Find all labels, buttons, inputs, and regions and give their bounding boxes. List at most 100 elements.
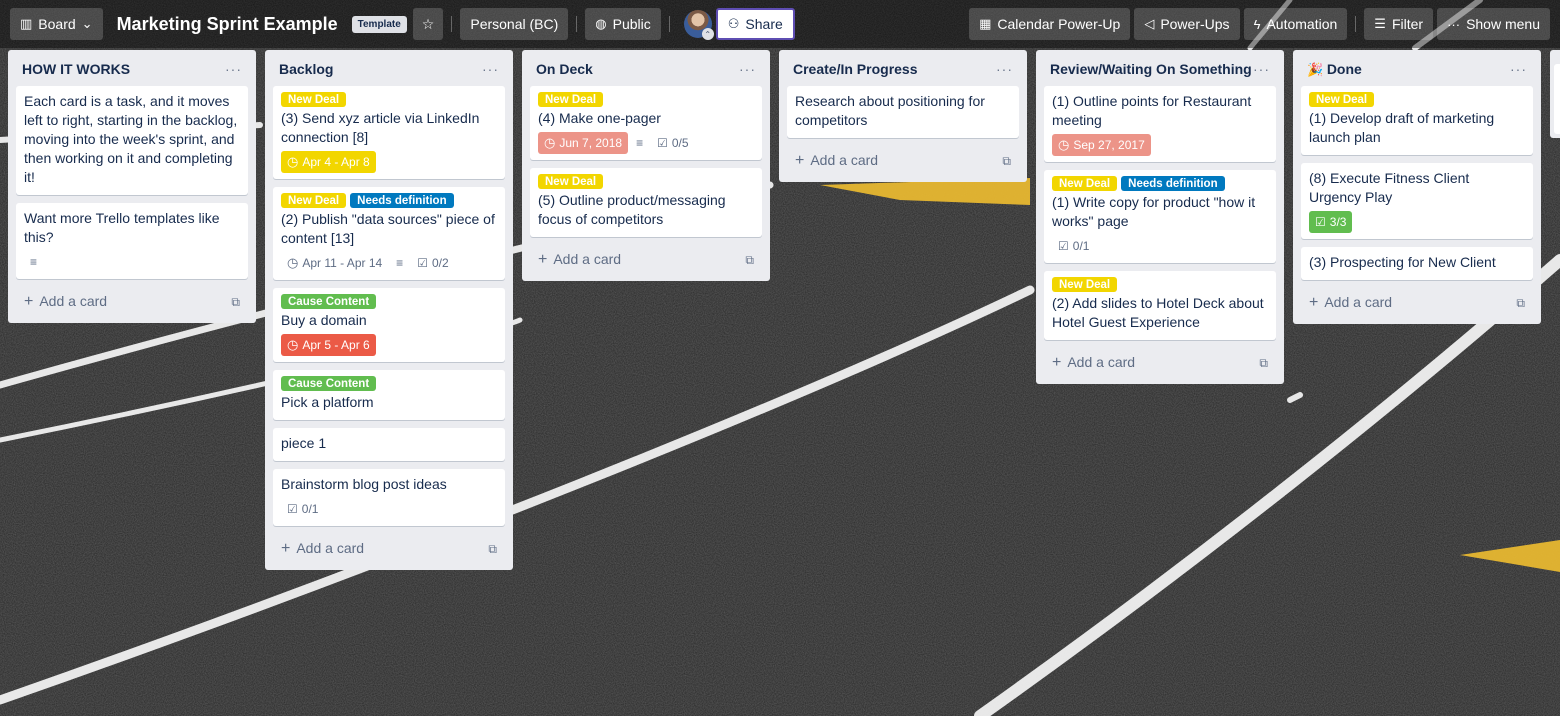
card[interactable]: New Deal (4) Make one-pager ◷ Jun 7, 2018 ≡ ☑… — [530, 86, 762, 160]
list-header: Create/In Progress ··· — [787, 50, 1019, 86]
card[interactable]: piece 1 — [273, 428, 505, 461]
lightning-icon: ϟ — [1253, 16, 1261, 32]
card-template-icon[interactable]: ⧉ — [1002, 154, 1011, 169]
card-title: Each card is a task, and it moves left t… — [24, 93, 238, 185]
card-badges: ◷ Jun 7, 2018 ≡ ☑ 0/5 — [538, 132, 754, 154]
card-title: (2) Add slides to Hotel Deck about Hotel… — [1052, 295, 1264, 330]
board-title[interactable]: Marketing Sprint Example — [117, 14, 338, 35]
add-member-icon: ⚇ — [727, 16, 740, 31]
card-label[interactable]: Cause Content — [281, 294, 377, 309]
party-popper-icon: 🎉 — [1307, 61, 1327, 77]
list-title[interactable]: Backlog — [279, 61, 333, 77]
card-template-icon[interactable]: ⧉ — [1259, 356, 1268, 371]
add-card-button[interactable]: + Add a card ⧉ — [16, 287, 248, 319]
card[interactable]: New Deal Needs definition (2) Publish "dat… — [273, 187, 505, 280]
due-date-badge[interactable]: ◷ Sep 27, 2017 — [1052, 134, 1151, 156]
card-label[interactable]: New Deal — [281, 193, 347, 208]
card[interactable]: New Deal (1) Develop draft of marketing l… — [1301, 86, 1533, 155]
due-date-badge[interactable]: ◷ Apr 4 - Apr 8 — [281, 151, 376, 173]
automation-button[interactable]: ϟ Automation — [1243, 8, 1348, 40]
add-card-label: Add a card — [810, 152, 879, 168]
card[interactable] — [1554, 64, 1560, 134]
list-header: On Deck ··· — [530, 50, 762, 86]
card-label[interactable]: New Deal — [1052, 277, 1118, 292]
card-title: (1) Write copy for product "how it works… — [1052, 194, 1256, 229]
card-label[interactable]: New Deal — [1309, 92, 1375, 107]
list-title[interactable]: On Deck — [536, 61, 593, 77]
list-menu-icon[interactable]: ··· — [739, 61, 756, 77]
add-card-button[interactable]: + Add a card ⧉ — [1301, 288, 1533, 320]
card-label[interactable]: New Deal — [538, 92, 604, 107]
header-divider — [451, 16, 453, 32]
card[interactable]: (1) Outline points for Restaurant meetin… — [1044, 86, 1276, 162]
card-label[interactable]: Needs definition — [1121, 176, 1225, 191]
card[interactable]: New Deal (2) Add slides to Hotel Deck abo… — [1044, 271, 1276, 340]
admin-chevron-icon: ⌃ — [701, 28, 714, 40]
list-menu-icon[interactable]: ··· — [225, 61, 242, 77]
list-title[interactable]: Review/Waiting On Something — [1050, 61, 1252, 77]
plus-icon: + — [24, 293, 34, 310]
automation-label: Automation — [1266, 16, 1338, 32]
card[interactable]: Research about positioning for competito… — [787, 86, 1019, 138]
card-label[interactable]: New Deal — [538, 174, 604, 189]
card-title: piece 1 — [281, 435, 327, 451]
card-template-icon[interactable]: ⧉ — [488, 542, 497, 557]
due-date-badge[interactable]: ◷ Apr 11 - Apr 14 — [281, 252, 388, 274]
card[interactable]: (8) Execute Fitness Client Urgency Play ☑… — [1301, 163, 1533, 239]
add-card-button[interactable]: + Add a card ⧉ — [530, 245, 762, 277]
clock-icon: ◷ — [287, 255, 299, 270]
due-date-badge[interactable]: ◷ Apr 5 - Apr 6 — [281, 334, 376, 356]
card[interactable]: Cause Content Pick a platform — [273, 370, 505, 420]
checklist-count: 0/1 — [301, 502, 319, 516]
card-badges: ◷ Apr 4 - Apr 8 — [281, 151, 497, 173]
due-date-badge[interactable]: ◷ Jun 7, 2018 — [538, 132, 629, 154]
card-template-icon[interactable]: ⧉ — [231, 295, 240, 310]
plus-icon: + — [1052, 354, 1062, 371]
plus-icon: + — [281, 540, 291, 557]
list-title[interactable]: HOW IT WORKS — [22, 61, 130, 77]
power-ups-button[interactable]: ◁ Power-Ups — [1134, 8, 1240, 40]
calendar-power-up-button[interactable]: ▦ Calendar Power-Up — [969, 8, 1131, 40]
add-card-button[interactable]: + Add a card ⧉ — [273, 534, 505, 566]
list-header: HOW IT WORKS ··· — [16, 50, 248, 86]
star-button[interactable]: ☆ — [412, 8, 444, 40]
card-label[interactable]: Cause Content — [281, 376, 377, 391]
list-title[interactable]: Create/In Progress — [793, 61, 918, 77]
card-template-icon[interactable]: ⧉ — [745, 253, 754, 268]
card-label[interactable]: Needs definition — [350, 193, 454, 208]
view-switcher-button[interactable]: ▥ Board ⌄ — [10, 8, 103, 40]
card[interactable]: Each card is a task, and it moves left t… — [16, 86, 248, 195]
workspace-button[interactable]: Personal (BC) — [460, 8, 569, 40]
card-badges: ◷ Apr 5 - Apr 6 — [281, 334, 497, 356]
card-labels: New Deal — [538, 92, 754, 107]
list-menu-icon[interactable]: ··· — [1253, 61, 1270, 77]
card[interactable]: Want more Trello templates like this? ≡ — [16, 203, 248, 279]
member-avatar[interactable]: ⌃ — [683, 10, 714, 40]
add-card-button[interactable]: + Add a card ⧉ — [787, 146, 1019, 178]
show-menu-button[interactable]: ··· Show menu — [1437, 8, 1550, 40]
card-badges: ≡ — [24, 251, 240, 273]
star-icon: ☆ — [421, 15, 435, 32]
list-menu-icon[interactable]: ··· — [996, 61, 1013, 77]
card-label[interactable]: New Deal — [281, 92, 347, 107]
card[interactable]: New Deal (5) Outline product/messaging fo… — [530, 168, 762, 237]
card-template-icon[interactable]: ⧉ — [1516, 296, 1525, 311]
card-label[interactable]: New Deal — [1052, 176, 1118, 191]
list-menu-icon[interactable]: ··· — [1510, 61, 1527, 77]
card[interactable]: New Deal Needs definition (1) Write copy f… — [1044, 170, 1276, 263]
list-title[interactable]: 🎉 Done — [1307, 61, 1362, 78]
card[interactable]: (3) Prospecting for New Client — [1301, 247, 1533, 280]
checklist-icon: ☑ — [1058, 239, 1069, 253]
card[interactable]: New Deal (3) Send xyz article via LinkedI… — [273, 86, 505, 179]
filter-button[interactable]: ☰ Filter — [1364, 8, 1434, 40]
add-card-label: Add a card — [1324, 294, 1393, 310]
header-divider — [576, 16, 578, 32]
share-label: Share — [745, 16, 783, 32]
card[interactable]: Brainstorm blog post ideas ☑ 0/1 — [273, 469, 505, 526]
visibility-button[interactable]: ◍ Public — [585, 8, 661, 40]
card[interactable]: Cause Content Buy a domain ◷ Apr 5 - Apr 6 — [273, 288, 505, 362]
list-menu-icon[interactable]: ··· — [482, 61, 499, 77]
add-card-button[interactable]: + Add a card ⧉ — [1044, 348, 1276, 380]
next-list-peek[interactable] — [1550, 50, 1560, 138]
share-button[interactable]: ⚇ Share — [715, 8, 795, 40]
